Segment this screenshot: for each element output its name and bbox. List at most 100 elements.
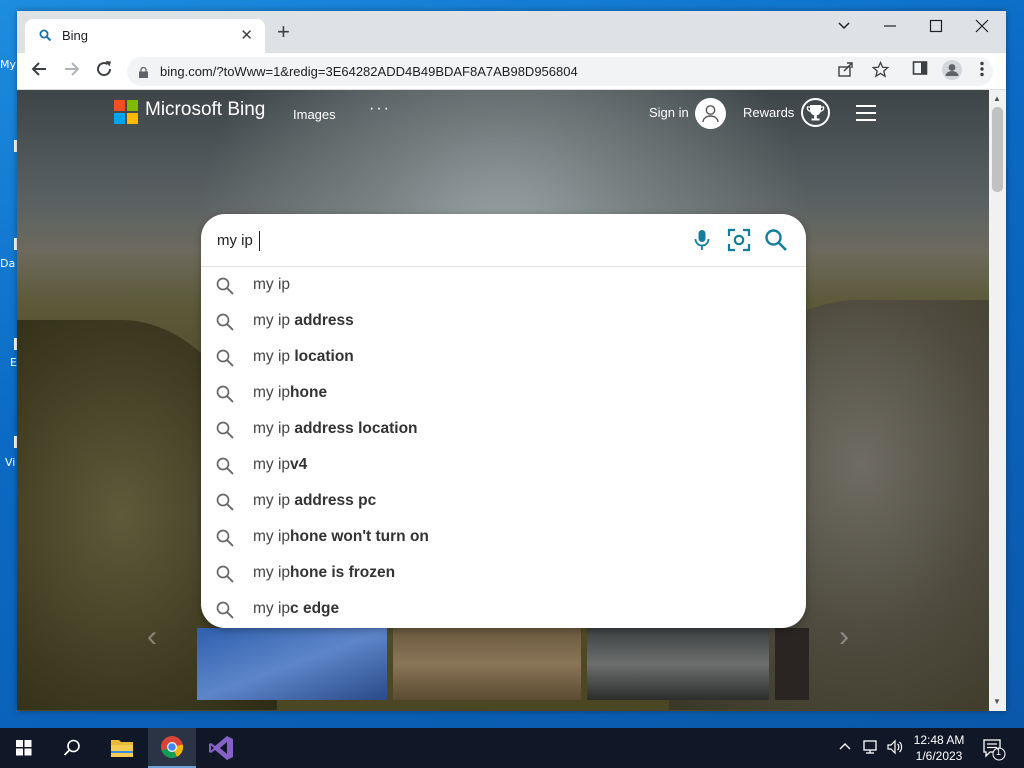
suggestion-item[interactable]: my ip location — [201, 339, 806, 375]
desktop-icon-label[interactable]: Da — [0, 257, 15, 270]
minimize-button[interactable] — [883, 19, 897, 38]
chevron-down-icon[interactable] — [837, 19, 851, 38]
suggestion-completion: v4 — [290, 456, 308, 473]
side-panel-icon[interactable] — [912, 60, 928, 80]
suggestion-completion: address — [294, 312, 354, 329]
suggestion-completion: hone is frozen — [290, 564, 396, 581]
microsoft-logo-icon[interactable] — [114, 100, 138, 124]
search-taskbar-icon[interactable] — [48, 728, 96, 768]
suggestion-prefix: my ip — [253, 384, 291, 401]
search-icon — [215, 384, 235, 404]
scroll-down-icon[interactable]: ▼ — [993, 697, 1001, 706]
search-icon — [215, 312, 235, 332]
suggestion-item[interactable]: my iphone is frozen — [201, 555, 806, 591]
reload-button[interactable] — [95, 60, 113, 82]
suggestion-prefix: my ip — [253, 312, 295, 329]
close-window-button[interactable] — [975, 19, 989, 38]
volume-icon[interactable] — [886, 739, 904, 758]
clock-date: 1/6/2023 — [915, 749, 963, 763]
suggestion-item[interactable]: my iphone won't turn on — [201, 519, 806, 555]
suggestion-prefix: my ip — [253, 492, 295, 509]
search-icon — [215, 600, 235, 620]
suggestion-list: my ip my ip address my ip location my ip… — [201, 267, 806, 627]
search-icon — [215, 420, 235, 440]
suggestion-prefix: my ip — [253, 348, 295, 365]
sign-in-link[interactable]: Sign in — [649, 105, 689, 120]
carousel-thumbnail[interactable] — [587, 628, 769, 700]
suggestion-item[interactable]: my ip — [201, 267, 806, 303]
browser-toolbar: bing.com/?toWww=1&redig=3E64282ADD4B49BD… — [17, 53, 1006, 90]
suggestion-prefix: my ip — [253, 420, 295, 437]
suggestion-item[interactable]: my ipv4 — [201, 447, 806, 483]
close-tab-icon[interactable]: ✕ — [240, 26, 253, 44]
search-icon — [215, 492, 235, 512]
user-avatar-icon[interactable] — [695, 98, 726, 129]
maximize-button[interactable] — [929, 19, 943, 38]
search-icon — [215, 276, 235, 296]
suggestion-prefix: my ip — [253, 600, 291, 617]
new-tab-button[interactable]: + — [277, 21, 290, 43]
address-bar[interactable]: bing.com/?toWww=1&redig=3E64282ADD4B49BD… — [127, 57, 993, 86]
suggestion-item[interactable]: my ip address location — [201, 411, 806, 447]
suggestion-item[interactable]: my iphone — [201, 375, 806, 411]
tab-bing[interactable]: Bing ✕ — [25, 19, 265, 53]
suggestion-prefix: my ip — [253, 564, 291, 581]
visual-studio-icon[interactable] — [198, 728, 246, 768]
suggestion-completion: hone — [290, 384, 328, 401]
carousel-thumbnail[interactable] — [393, 628, 581, 700]
title-bar: Bing ✕ + — [17, 11, 1006, 53]
visual-search-icon[interactable] — [726, 227, 752, 253]
bing-homepage: Microsoft Bing Images ··· Sign in Reward… — [17, 90, 989, 711]
scrollbar-thumb[interactable] — [992, 107, 1003, 192]
start-button[interactable] — [0, 728, 48, 768]
lock-icon[interactable] — [139, 65, 148, 78]
more-nav-button[interactable]: ··· — [369, 100, 391, 118]
taskbar: 12:48 AM 1/6/2023 1 — [0, 728, 1024, 768]
rewards-link[interactable]: Rewards — [743, 105, 794, 120]
suggestion-completion: address pc — [294, 492, 377, 509]
page-scrollbar[interactable]: ▲ ▼ — [989, 90, 1006, 711]
desktop-icon-label[interactable]: Vi — [5, 456, 15, 469]
search-icon — [39, 29, 52, 45]
chrome-taskbar-icon[interactable] — [148, 728, 196, 768]
search-icon — [215, 528, 235, 548]
tab-title: Bing — [62, 28, 89, 43]
search-submit-icon[interactable] — [763, 227, 789, 253]
notification-center-icon[interactable]: 1 — [982, 737, 1006, 764]
suggestion-prefix: my ip — [253, 456, 291, 473]
suggestion-completion: hone won't turn on — [290, 528, 429, 545]
url-text[interactable]: bing.com/?toWww=1&redig=3E64282ADD4B49BD… — [160, 64, 578, 79]
image-carousel — [197, 628, 809, 700]
carousel-prev-icon[interactable]: ‹ — [147, 620, 157, 654]
search-box: my ip my ip address my ip location my ip… — [201, 214, 806, 628]
suggestion-prefix: my ip — [253, 528, 291, 545]
suggestion-item[interactable]: my ipc edge — [201, 591, 806, 627]
share-icon[interactable] — [837, 61, 854, 83]
trophy-icon[interactable] — [801, 98, 830, 127]
microphone-icon[interactable] — [689, 227, 715, 253]
carousel-next-icon[interactable]: › — [839, 620, 849, 654]
file-explorer-icon[interactable] — [98, 728, 146, 768]
kebab-menu-icon[interactable] — [979, 60, 985, 82]
network-icon[interactable] — [862, 739, 880, 758]
back-button[interactable] — [30, 60, 48, 82]
bookmark-star-icon[interactable] — [871, 60, 890, 83]
suggestion-item[interactable]: my ip address — [201, 303, 806, 339]
desktop-icon-label[interactable]: E — [10, 356, 17, 369]
forward-button[interactable] — [63, 60, 81, 82]
search-icon — [215, 564, 235, 584]
suggestion-prefix: my ip — [253, 276, 291, 293]
browser-window: Bing ✕ + bing.com/?toWww=1&redig=3E64282… — [17, 11, 1006, 711]
hamburger-menu-icon[interactable] — [856, 105, 876, 121]
chevron-up-icon[interactable] — [838, 739, 852, 756]
clock[interactable]: 12:48 AM 1/6/2023 — [908, 732, 970, 764]
desktop-icon-label[interactable]: My — [0, 58, 16, 71]
carousel-thumbnail[interactable] — [775, 628, 809, 700]
nav-images-link[interactable]: Images — [293, 107, 336, 122]
carousel-thumbnail[interactable] — [197, 628, 387, 700]
suggestion-item[interactable]: my ip address pc — [201, 483, 806, 519]
scroll-up-icon[interactable]: ▲ — [993, 94, 1001, 103]
brand-name[interactable]: Microsoft Bing — [145, 99, 265, 121]
profile-avatar-icon[interactable] — [941, 59, 963, 85]
search-input[interactable] — [217, 232, 687, 249]
